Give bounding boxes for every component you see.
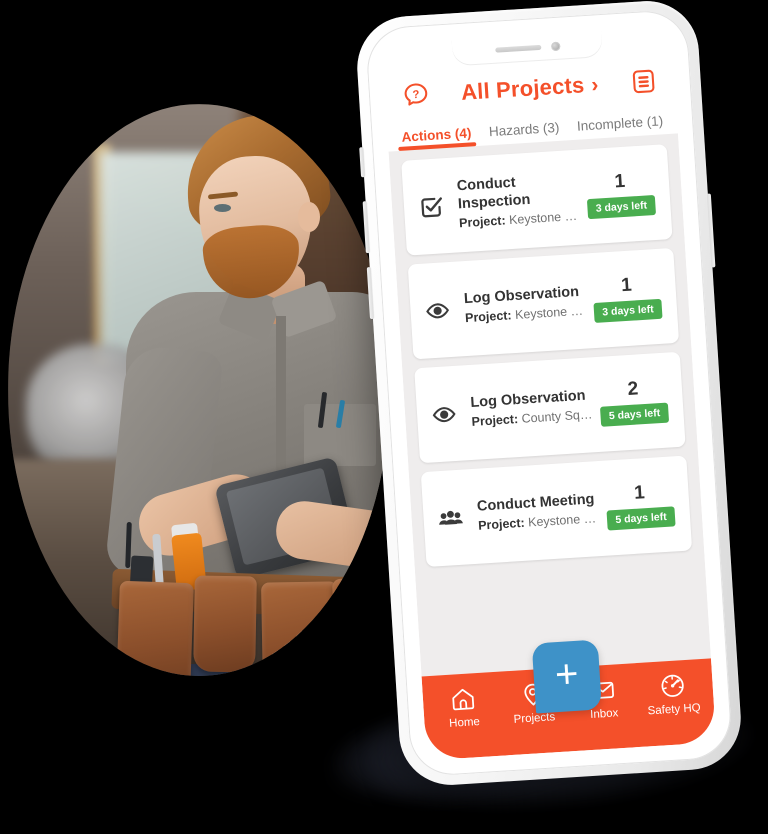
nav-label-safety-hq: Safety HQ [647, 702, 701, 718]
screenshot-canvas: ? All Projects › Actions (4) Hazards (3)… [0, 0, 768, 834]
photo-eye [214, 204, 231, 212]
question-speech-bubble-icon[interactable]: ? [400, 80, 432, 112]
checkbox-checked-icon [415, 191, 447, 223]
action-project-name: County Square [521, 406, 598, 426]
action-project-name: Keystone Project [527, 509, 605, 530]
home-icon [452, 688, 475, 711]
eye-icon [428, 398, 460, 430]
document-list-icon[interactable] [628, 66, 660, 98]
front-camera-icon [550, 41, 560, 51]
action-project-label: Project: [477, 515, 526, 533]
status-badge: 5 days left [606, 506, 676, 531]
photo-pouch-3 [261, 581, 339, 676]
action-list[interactable]: Conduct Inspection Project: Keystone Pro… [388, 133, 711, 677]
eye-icon [422, 294, 454, 326]
action-card-text: Log Observation Project: County Square [470, 386, 598, 431]
action-card-text: Conduct Meeting Project: Keystone Projec… [476, 490, 604, 535]
chevron-right-icon: › [590, 72, 600, 97]
page-title[interactable]: All Projects › [460, 71, 599, 106]
bottom-navigation: Home Projects + Inbox Safety HQ [421, 639, 717, 761]
action-project-label: Project: [464, 308, 513, 326]
action-project-label: Project: [458, 213, 507, 231]
action-card-meta: 1 3 days left [589, 274, 666, 324]
worker-photo [8, 104, 390, 676]
photo-pouch-4 [332, 576, 390, 676]
add-button[interactable]: + [531, 639, 602, 714]
action-card[interactable]: Conduct Meeting Project: Keystone Projec… [420, 455, 693, 568]
action-project-name: Keystone Project [508, 207, 586, 228]
action-card[interactable]: Log Observation Project: County Square 2… [414, 351, 686, 464]
action-project-label: Project: [471, 412, 519, 430]
status-badge: 3 days left [587, 194, 656, 220]
people-group-icon [435, 502, 467, 534]
action-count: 2 [626, 378, 639, 401]
action-card-text: Conduct Inspection Project: Keystone Pro… [456, 169, 585, 232]
status-badge: 5 days left [600, 402, 669, 427]
page-title-text: All Projects [460, 72, 586, 105]
nav-label-inbox: Inbox [589, 707, 619, 722]
tab-actions[interactable]: Actions (4) [401, 125, 472, 150]
action-card-meta: 1 5 days left [602, 481, 679, 531]
action-count: 1 [613, 170, 626, 193]
phone-bezel: ? All Projects › Actions (4) Hazards (3)… [364, 8, 734, 778]
action-card-meta: 2 5 days left [595, 377, 672, 427]
photo-pouch-2 [193, 575, 257, 673]
nav-item-home[interactable]: Home [432, 684, 495, 731]
action-card[interactable]: Log Observation Project: Keystone Projec… [407, 247, 680, 360]
phone-mockup: ? All Projects › Actions (4) Hazards (3)… [354, 0, 744, 788]
photo-pouch-1 [116, 580, 194, 676]
tab-hazards[interactable]: Hazards (3) [488, 120, 560, 145]
action-title: Conduct Inspection [456, 174, 531, 213]
nav-label-home: Home [448, 716, 481, 730]
action-card[interactable]: Conduct Inspection Project: Keystone Pro… [401, 144, 673, 256]
photo-ear [298, 202, 320, 232]
svg-text:?: ? [412, 89, 420, 101]
nav-item-safety-hq[interactable]: Safety HQ [642, 671, 705, 718]
speedometer-icon [661, 674, 684, 697]
nav-label-projects: Projects [513, 711, 556, 726]
speaker-grille-icon [494, 44, 541, 53]
status-badge: 3 days left [593, 298, 663, 323]
action-count: 1 [620, 274, 633, 297]
phone-screen: ? All Projects › Actions (4) Hazards (3)… [381, 25, 717, 761]
action-card-meta: 1 3 days left [582, 170, 659, 220]
action-card-text: Log Observation Project: Keystone Projec… [463, 282, 591, 327]
plus-icon: + [553, 651, 580, 698]
action-project-name: Keystone Project [514, 302, 592, 323]
action-count: 1 [633, 482, 646, 504]
